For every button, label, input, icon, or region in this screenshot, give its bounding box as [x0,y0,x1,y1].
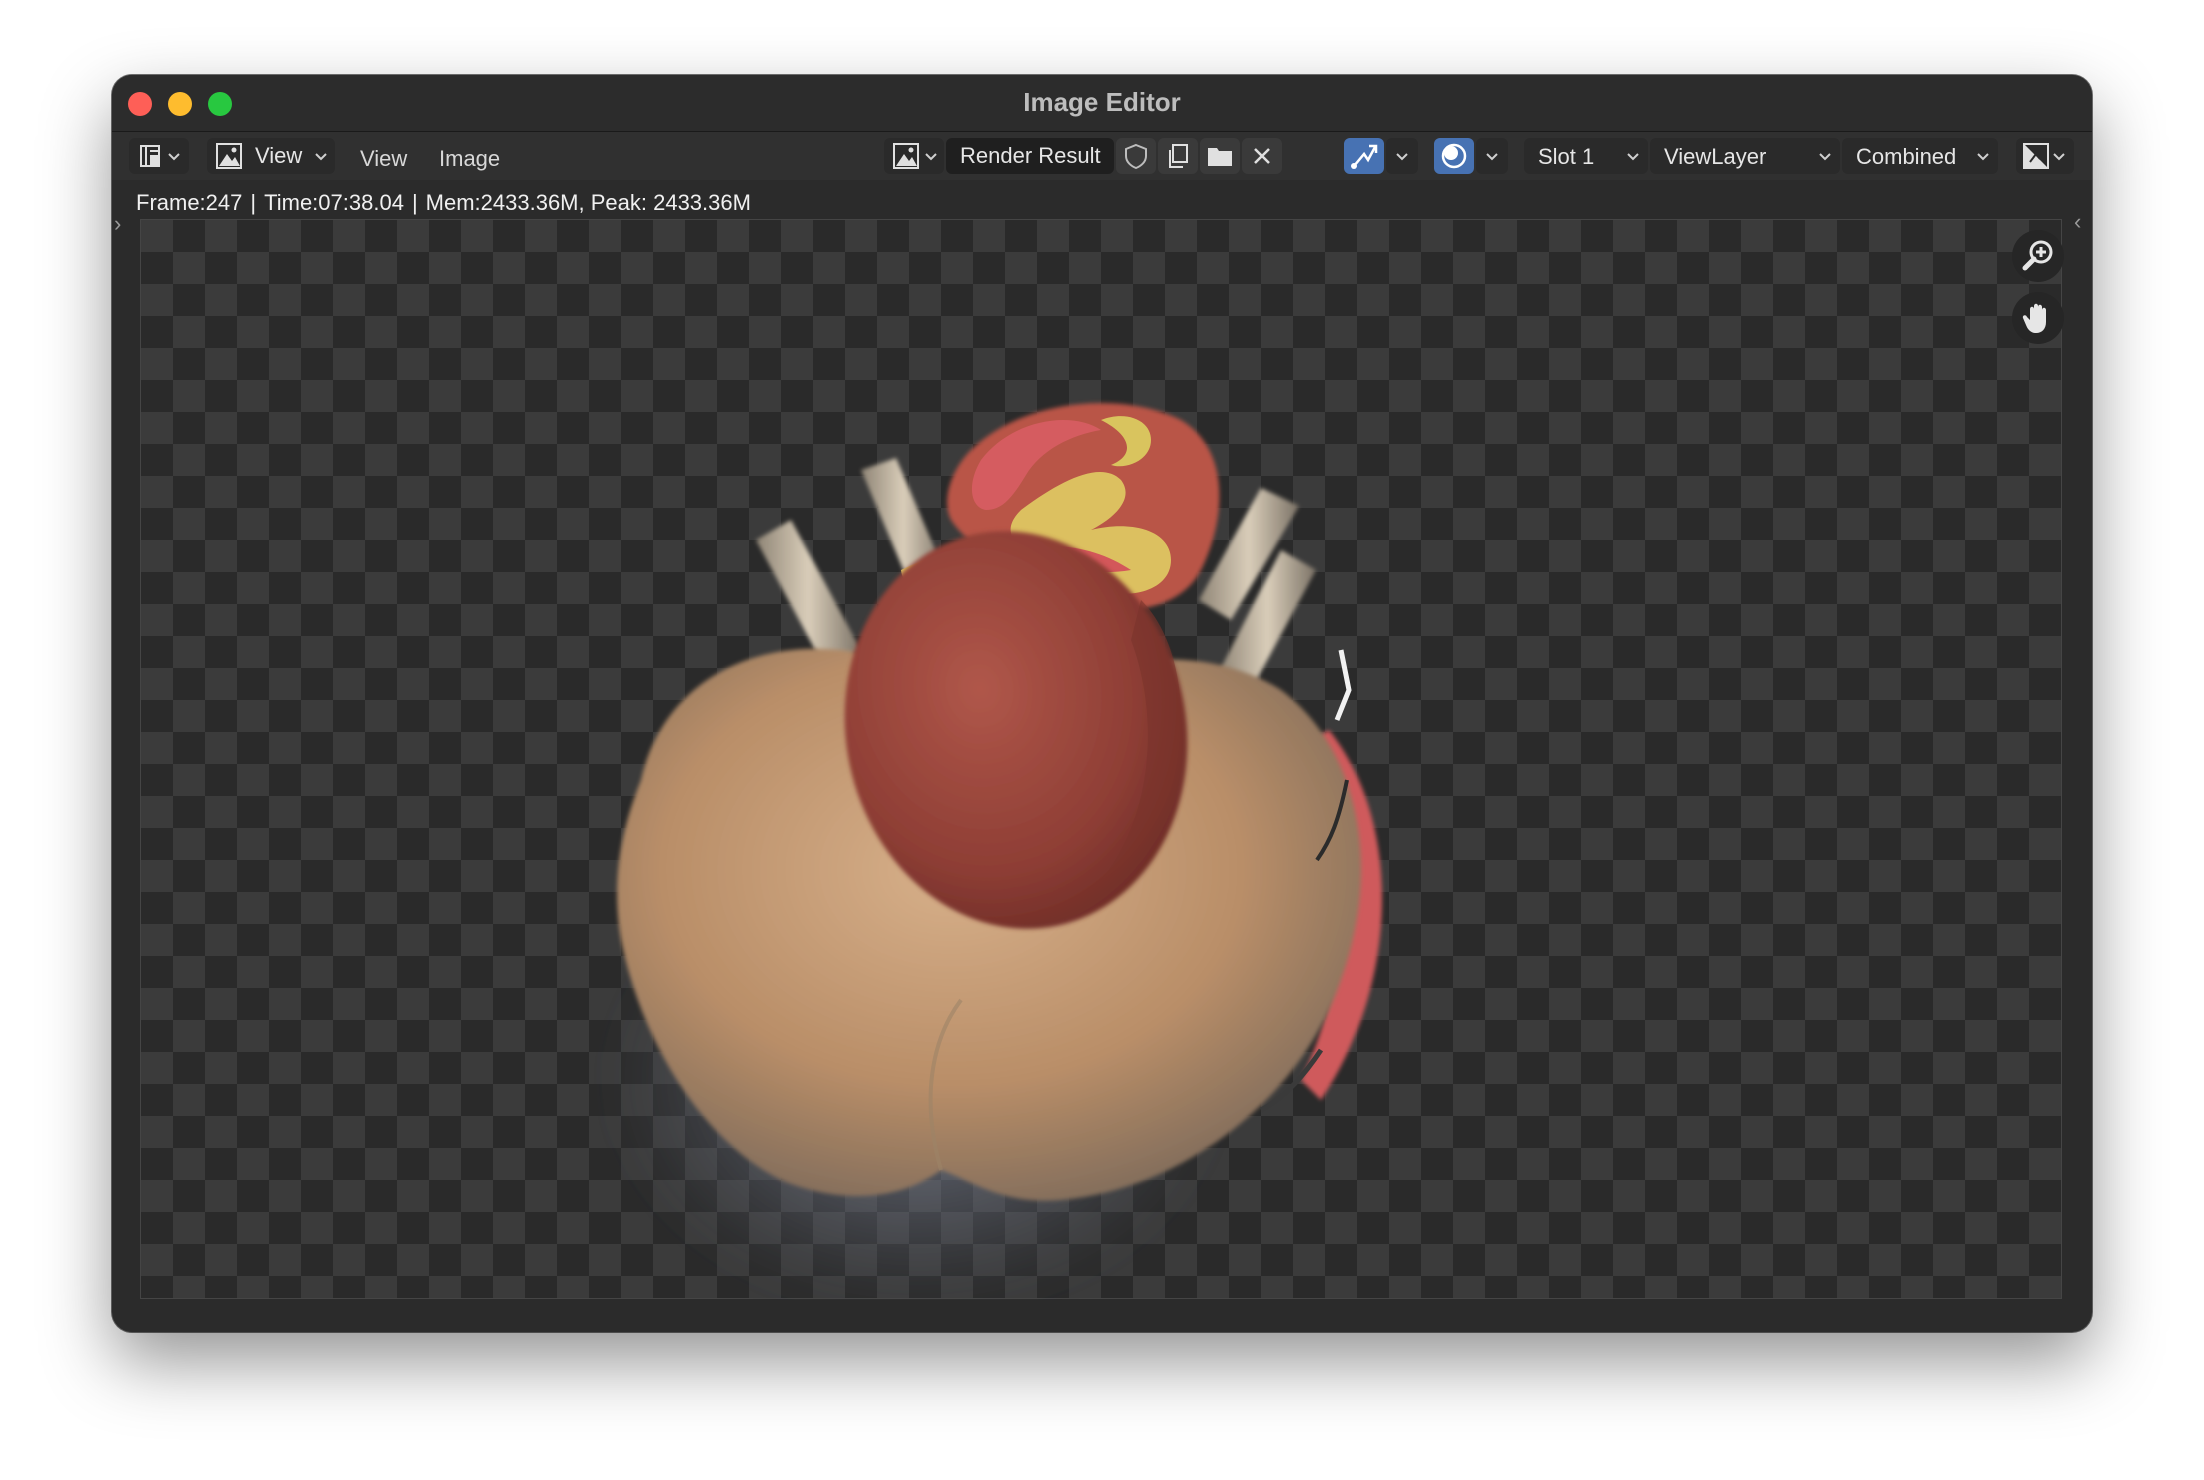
mode-selector[interactable]: View [207,138,335,174]
chevron-down-icon [1486,153,1498,161]
chevron-down-icon [2053,153,2065,161]
memory-stat: Mem:2433.36M, Peak: 2433.36M [425,190,751,215]
menu-image[interactable]: Image [439,146,500,172]
image-icon [893,143,919,169]
frame-stat: Frame:247 [136,190,243,215]
open-image-button[interactable] [1200,138,1240,174]
time-stat: Time:07:38.04 [264,190,404,215]
view-layer-selector[interactable]: ViewLayer [1650,138,1840,174]
image-name-field[interactable]: Render Result [946,138,1114,174]
duplicate-icon [1169,144,1188,168]
folder-icon [1208,148,1232,166]
overlay-dropdown[interactable] [1476,138,1508,174]
menu-view[interactable]: View [360,146,407,172]
close-icon [1254,148,1270,164]
view-layer-label: ViewLayer [1664,144,1767,169]
image-browse-button[interactable] [884,138,944,174]
chevron-down-icon [925,153,937,161]
display-channels-selector[interactable] [2016,138,2074,174]
gizmo-dropdown[interactable] [1386,138,1418,174]
zoom-button[interactable] [2012,230,2064,282]
slot-label: Slot 1 [1538,144,1595,169]
toolbar-expand-arrow[interactable]: › [114,211,121,237]
chevron-down-icon [1627,153,1639,161]
duplicate-image-button[interactable] [1158,138,1198,174]
editor-type-button[interactable] [129,138,189,174]
overlay-icon [1441,143,1467,169]
zoom-icon [2022,240,2053,271]
chevron-down-icon [1396,153,1408,161]
editor-header: View View Image Render Result Slot 1 Vie… [112,132,2092,180]
shield-icon [1125,143,1147,169]
image-editor-icon [140,145,160,167]
chevron-down-icon [1819,153,1831,161]
render-pass-label: Combined [1856,144,1957,169]
display-channels-icon [2023,143,2049,169]
sidebar-expand-arrow[interactable]: ‹ [2074,209,2081,235]
chevron-down-icon [1977,153,1989,161]
fake-user-button[interactable] [1116,138,1156,174]
chevron-down-icon [315,153,328,161]
image-editor-window: Image Editor View View Image Render Resu… [112,75,2092,1332]
window-title: Image Editor [1023,87,1181,117]
slot-selector[interactable]: Slot 1 [1524,138,1648,174]
image-viewport[interactable] [140,219,2062,1300]
unlink-image-button[interactable] [1242,138,1282,174]
gizmo-toggle[interactable] [1344,138,1384,174]
hand-icon [2022,303,2046,333]
render-pass-selector[interactable]: Combined [1842,138,1998,174]
image-icon [216,143,242,169]
gizmo-icon [1351,144,1378,169]
render-result-image [606,403,1383,1300]
mode-label: View [255,143,303,168]
pan-button[interactable] [2012,292,2064,344]
render-stats: Frame:247 | Time:07:38.04 | Mem:2433.36M, Pe… [136,190,751,215]
chevron-down-icon [168,153,180,161]
overlay-toggle[interactable] [1434,138,1474,174]
title-bar: Image Editor [112,75,2092,132]
image-name: Render Result [960,143,1101,168]
